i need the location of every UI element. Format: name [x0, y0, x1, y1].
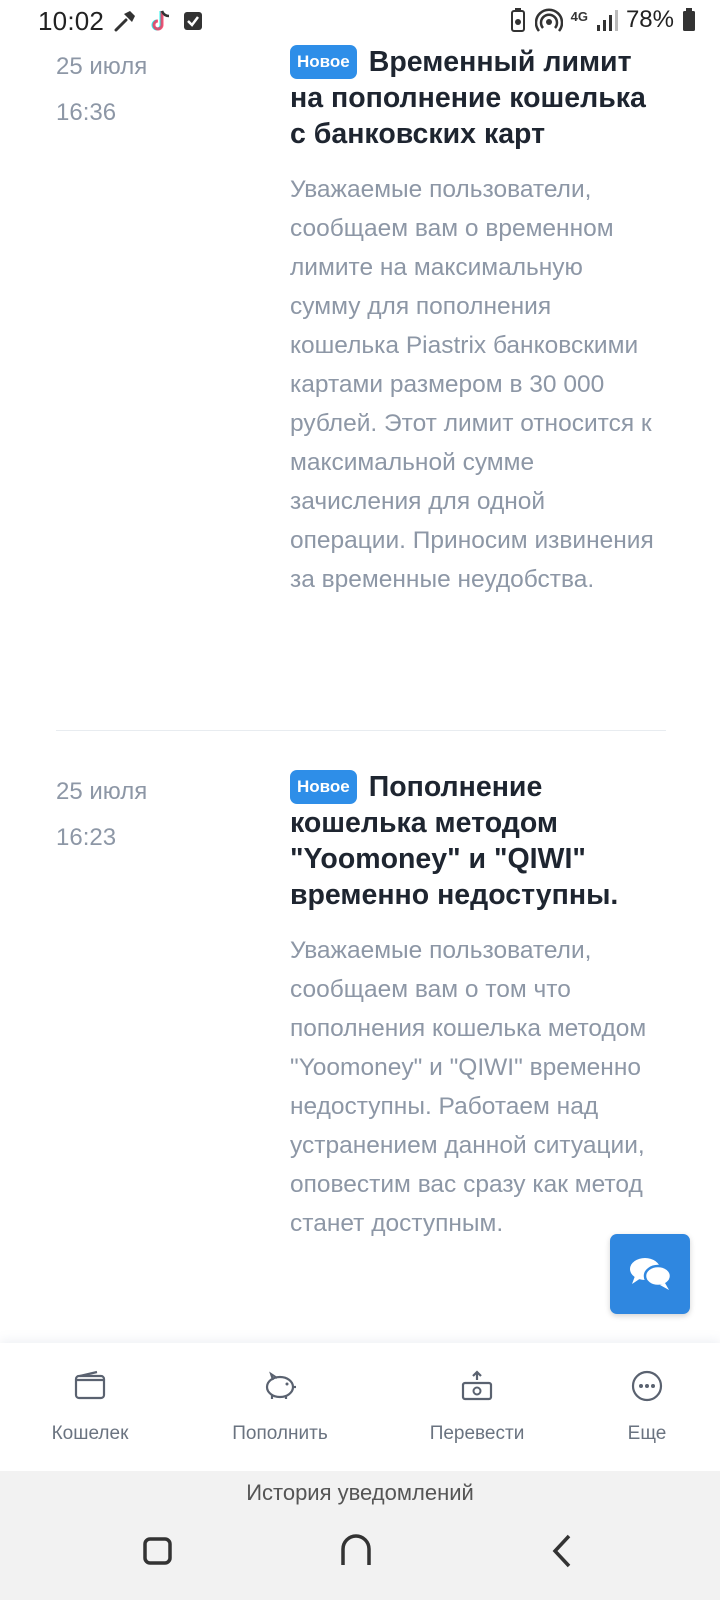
nav-label: Перевести: [429, 1423, 525, 1444]
news-feed[interactable]: 25 июля 16:36 Новое Временный лимит на по…: [0, 44, 720, 1344]
battery-percent: 78%: [625, 6, 674, 33]
nav-item-more[interactable]: Еще: [557, 1343, 720, 1471]
tiktok-icon: [151, 10, 170, 31]
battery-saver-icon: [510, 8, 525, 32]
news-date: 25 июля: [56, 53, 148, 80]
chat-bubbles-icon: [630, 1258, 673, 1290]
back-icon[interactable]: [545, 1533, 581, 1569]
signal-icon: [596, 10, 618, 31]
home-icon[interactable]: [338, 1533, 374, 1569]
news-date-block: 25 июля 16:36: [56, 44, 256, 136]
hotspot-icon: [534, 8, 563, 32]
news-divider: [56, 730, 666, 731]
news-date: 25 июля: [56, 778, 148, 805]
news-content: Новое Временный лимит на пополнение кошел…: [290, 44, 660, 599]
news-time: 16:36: [56, 99, 117, 126]
news-content: Новое Пополнение кошелька методом "Yoomon…: [290, 769, 660, 1243]
wallet-icon: [74, 1370, 106, 1400]
nav-item-transfer[interactable]: Перевести: [387, 1343, 567, 1471]
new-badge: Новое: [290, 770, 357, 804]
nav-item-wallet[interactable]: Кошелек: [0, 1343, 180, 1471]
status-time: 10:02: [38, 6, 105, 36]
news-date-block: 25 июля 16:23: [56, 769, 256, 861]
recent-apps-icon[interactable]: [140, 1533, 176, 1569]
battery-icon: [683, 8, 695, 31]
system-nav-bar: [0, 1515, 720, 1600]
news-title: Новое Пополнение кошелька методом "Yoomon…: [290, 769, 660, 913]
nav-label: Пополнить: [232, 1423, 328, 1444]
network-type-label: 4G: [570, 8, 588, 24]
nav-label: Еще: [627, 1423, 667, 1444]
bottom-nav: Кошелек Пополнить Перевести Еще: [0, 1343, 720, 1471]
news-title: Новое Временный лимит на пополнение кошел…: [290, 44, 660, 152]
nav-label: Кошелек: [51, 1423, 129, 1444]
status-notification-icons: [112, 8, 204, 34]
hammer-icon: [114, 11, 135, 32]
news-body: Уважаемые пользователи, сообщаем вам о т…: [290, 937, 647, 1237]
piggy-bank-icon: [265, 1371, 296, 1399]
checkbox-icon: [184, 12, 202, 30]
chat-button[interactable]: [610, 1234, 690, 1314]
more-icon: [631, 1370, 663, 1402]
news-body: Уважаемые пользователи, сообщаем вам о в…: [290, 176, 654, 593]
news-time: 16:23: [56, 824, 117, 851]
transfer-icon: [461, 1370, 493, 1401]
status-system-icons: 4G 78%: [509, 6, 696, 34]
nav-item-topup[interactable]: Пополнить: [190, 1343, 370, 1471]
notification-history-bar[interactable]: История уведомлений: [0, 1471, 720, 1515]
status-bar: 10:02 4G 78%: [0, 0, 720, 44]
new-badge: Новое: [290, 45, 357, 79]
